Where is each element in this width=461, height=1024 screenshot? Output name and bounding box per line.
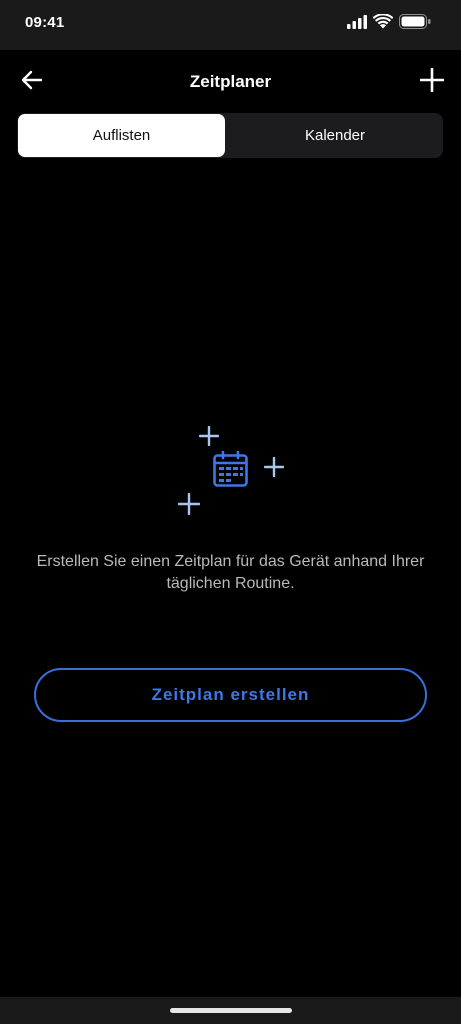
- view-segmented-control: Auflisten Kalender: [17, 113, 443, 158]
- status-icons: [347, 13, 431, 34]
- create-schedule-button[interactable]: Zeitplan erstellen: [34, 668, 427, 722]
- schedule-screen: 09:41 Zeitplaner Auflisten Kalender Erst…: [0, 0, 461, 1024]
- plus-icon: [419, 67, 445, 97]
- tab-kalender[interactable]: Kalender: [227, 113, 443, 158]
- signal-icon: [347, 14, 367, 34]
- calendar-icon: [213, 450, 248, 492]
- wifi-icon: [372, 13, 394, 34]
- sparkle-plus-icon: [177, 492, 201, 520]
- battery-icon: [399, 14, 431, 34]
- empty-state-message: Erstellen Sie einen Zeitplan für das Ger…: [36, 553, 425, 592]
- empty-state-illustration: [170, 420, 300, 520]
- tab-auflisten[interactable]: Auflisten: [18, 114, 225, 157]
- add-schedule-button[interactable]: [417, 67, 447, 97]
- header: Zeitplaner: [0, 50, 461, 112]
- status-time: 09:41: [25, 14, 65, 31]
- page-title: Zeitplaner: [189, 72, 272, 91]
- sparkle-plus-icon: [263, 456, 285, 482]
- sparkle-plus-icon: [198, 425, 220, 451]
- home-indicator[interactable]: [170, 1008, 292, 1013]
- status-bar: 09:41: [0, 0, 461, 50]
